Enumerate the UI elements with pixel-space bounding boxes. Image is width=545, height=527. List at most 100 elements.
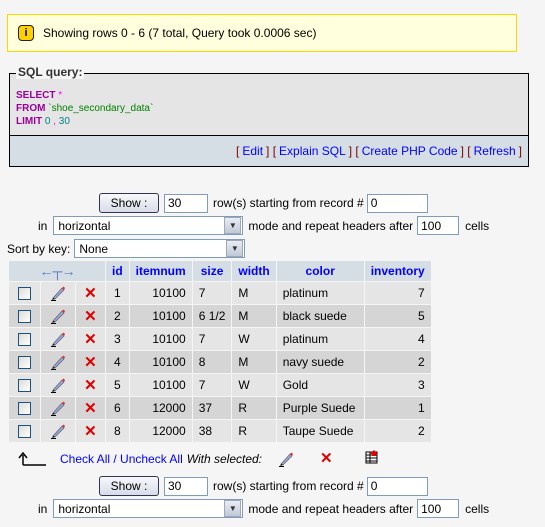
edit-link[interactable]: Edit: [242, 144, 263, 158]
explain-sql-link[interactable]: Explain SQL: [279, 144, 346, 158]
cell-itemnum: 10100: [129, 328, 192, 350]
repeat-headers-input-bottom[interactable]: 100: [417, 499, 460, 518]
column-arrows-icon: ←┬→: [39, 263, 76, 279]
query-result-notice: i Showing rows 0 - 6 (7 total, Query too…: [7, 14, 517, 52]
row-delete-button[interactable]: ✕: [75, 374, 105, 396]
show-button[interactable]: Show :: [99, 193, 159, 213]
bulk-actions: Check All / Uncheck All With selected: ✕: [18, 450, 379, 467]
repeat-headers-input[interactable]: 100: [417, 216, 460, 235]
cell-color: navy suede: [276, 351, 364, 373]
cell-size: 6 1/2: [192, 305, 232, 327]
row-edit-button[interactable]: [41, 397, 75, 419]
row-delete-button[interactable]: ✕: [75, 397, 105, 419]
bulk-delete-button[interactable]: ✕: [320, 451, 333, 466]
sql-number: 0: [44, 116, 51, 127]
start-record-input[interactable]: 0: [366, 193, 428, 213]
row-delete-button[interactable]: ✕: [75, 351, 105, 373]
column-header-itemnum[interactable]: itemnum: [129, 261, 192, 281]
display-mode-value: horizontal: [58, 218, 111, 233]
sql-keyword: FROM: [16, 103, 46, 114]
sql-query-box: SQL query: SELECT * FROM `shoe_secondary…: [9, 65, 529, 167]
display-mode-select-bottom[interactable]: horizontal ▼: [53, 499, 244, 518]
pencil-icon: [51, 378, 66, 393]
column-header-width[interactable]: width: [232, 261, 276, 281]
cell-inventory: 7: [364, 282, 431, 304]
table-row[interactable]: ✕ 4 10100 8 Mnavy suede 2: [9, 351, 431, 373]
table-row[interactable]: ✕ 2 10100 6 1/2 Mblack suede 5: [9, 305, 431, 327]
rows-count-input[interactable]: 30: [164, 193, 208, 213]
row-checkbox[interactable]: [18, 425, 32, 439]
create-php-code-link[interactable]: Create PHP Code: [362, 144, 458, 158]
cell-size: 7: [192, 282, 232, 304]
column-header-inventory[interactable]: inventory: [364, 261, 431, 281]
row-checkbox[interactable]: [18, 379, 32, 393]
rows-count-input-bottom[interactable]: 30: [164, 476, 208, 496]
cell-inventory: 2: [364, 351, 431, 373]
row-delete-button[interactable]: ✕: [75, 328, 105, 350]
cell-inventory: 4: [364, 328, 431, 350]
cell-id: 6: [106, 397, 129, 419]
cell-width: W: [232, 374, 276, 396]
arrow-up-left-icon: [18, 451, 46, 466]
sort-key-select[interactable]: None ▼: [74, 239, 246, 258]
cell-itemnum: 10100: [129, 374, 192, 396]
cell-color: Purple Suede: [276, 397, 364, 419]
column-header-size[interactable]: size: [192, 261, 232, 281]
row-edit-button[interactable]: [41, 374, 75, 396]
pencil-icon: [279, 452, 294, 467]
row-delete-button[interactable]: ✕: [75, 282, 105, 304]
table-row[interactable]: ✕ 8 12000 38 R Taupe Suede 2: [9, 420, 431, 442]
delete-icon: ✕: [84, 422, 97, 440]
sort-label: Sort by key:: [7, 241, 71, 256]
row-checkbox[interactable]: [18, 402, 32, 416]
table-row[interactable]: ✕ 5 10100 7 W Gold 3: [9, 374, 431, 396]
row-checkbox[interactable]: [18, 356, 32, 370]
check-all-link[interactable]: Check All: [60, 452, 110, 466]
bulk-edit-button[interactable]: [278, 451, 294, 467]
row-checkbox[interactable]: [18, 333, 32, 347]
table-row[interactable]: ✕ 3 10100 7 Wplatinum 4: [9, 328, 431, 350]
delete-icon: ✕: [84, 307, 97, 325]
cell-color: platinum: [276, 328, 364, 350]
table-row[interactable]: ✕ 1 10100 7 Mplatinum 7: [9, 282, 431, 304]
table-row[interactable]: ✕ 6 12000 37 R Purple Suede 1: [9, 397, 431, 419]
cell-itemnum: 10100: [129, 351, 192, 373]
uncheck-all-link[interactable]: Uncheck All: [120, 452, 183, 466]
refresh-link[interactable]: Refresh: [474, 144, 516, 158]
cell-id: 5: [106, 374, 129, 396]
row-edit-button[interactable]: [41, 305, 75, 327]
column-resize-header[interactable]: ←┬→: [9, 261, 105, 281]
sql-query-links: [Edit] [Explain SQL] [Create PHP Code] […: [10, 135, 528, 166]
pencil-icon: [51, 309, 66, 324]
pencil-icon: [51, 355, 66, 370]
cells-label: cells: [465, 218, 490, 233]
cell-itemnum: 10100: [129, 282, 192, 304]
bulk-export-button[interactable]: [365, 450, 379, 467]
delete-icon: ✕: [84, 330, 97, 348]
top-nav-row-2: in horizontal ▼ mode and repeat headers …: [38, 216, 489, 235]
row-delete-button[interactable]: ✕: [75, 420, 105, 442]
sql-query-code: SELECT * FROM `shoe_secondary_data` LIMI…: [16, 89, 153, 128]
row-checkbox[interactable]: [18, 310, 32, 324]
sql-query-legend: SQL query:: [16, 65, 85, 79]
mode-label: mode and repeat headers after: [248, 501, 414, 516]
cell-id: 1: [106, 282, 129, 304]
display-mode-select[interactable]: horizontal ▼: [53, 216, 244, 235]
row-edit-button[interactable]: [41, 420, 75, 442]
row-delete-button[interactable]: ✕: [75, 305, 105, 327]
cell-color: black suede: [276, 305, 364, 327]
row-edit-button[interactable]: [41, 328, 75, 350]
start-record-input-bottom[interactable]: 0: [366, 476, 428, 496]
row-select-cell: [9, 351, 41, 373]
row-edit-button[interactable]: [41, 282, 75, 304]
row-select-cell: [9, 420, 41, 442]
delete-icon: ✕: [84, 376, 97, 394]
row-edit-button[interactable]: [41, 351, 75, 373]
column-header-color[interactable]: color: [276, 261, 364, 281]
row-select-cell: [9, 374, 41, 396]
column-header-id[interactable]: id: [106, 261, 129, 281]
show-button-bottom[interactable]: Show :: [99, 476, 159, 496]
row-checkbox[interactable]: [18, 287, 32, 301]
delete-icon: ✕: [84, 353, 97, 371]
cells-label: cells: [465, 501, 490, 516]
